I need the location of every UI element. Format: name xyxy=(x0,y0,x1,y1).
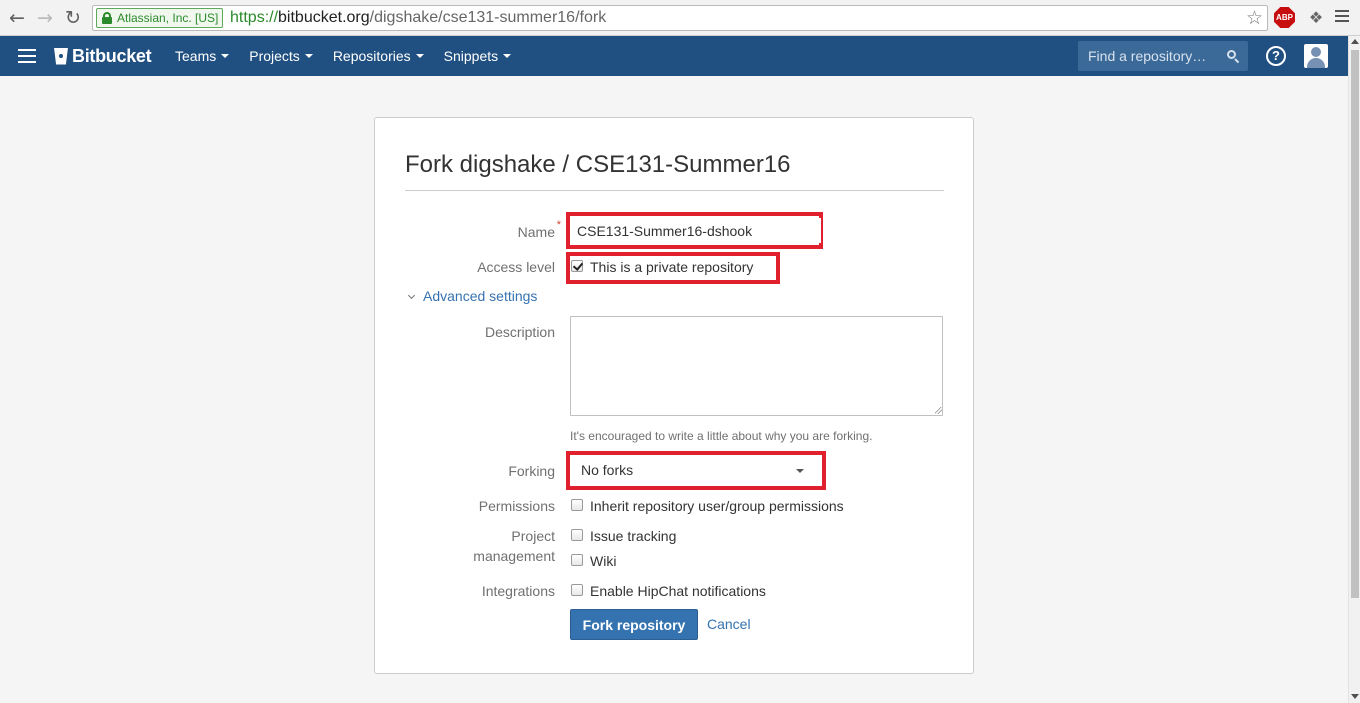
bitbucket-bucket-icon xyxy=(54,47,68,65)
chevron-down-icon xyxy=(221,54,230,58)
access-level-label: Access level xyxy=(477,259,555,275)
management-label: management xyxy=(473,548,555,564)
top-nav: Teams Projects Repositories Snippets xyxy=(175,36,531,76)
help-icon[interactable]: ? xyxy=(1266,46,1286,66)
forking-selected-value: No forks xyxy=(581,462,634,478)
inherit-permissions-label: Inherit repository user/group permission… xyxy=(590,498,844,514)
nav-snippets[interactable]: Snippets xyxy=(443,36,512,76)
description-hint: It's encouraged to write a little about … xyxy=(570,429,873,443)
fork-repository-button[interactable]: Fork repository xyxy=(570,609,698,640)
bitbucket-logo[interactable]: Bitbucket xyxy=(54,45,152,67)
back-arrow-icon[interactable]: ← xyxy=(6,7,28,29)
required-marker: * xyxy=(556,219,561,231)
url-text[interactable]: https://bitbucket.org/digshake/cse131-su… xyxy=(230,8,606,28)
forking-select[interactable]: No forks xyxy=(574,458,818,483)
extension-icon[interactable]: ❖ xyxy=(1305,7,1327,29)
resize-grip-icon[interactable] xyxy=(935,407,942,414)
chevron-down-icon xyxy=(503,54,512,58)
forking-label: Forking xyxy=(508,463,555,479)
nav-projects-label: Projects xyxy=(249,48,300,64)
private-repository-label: This is a private repository xyxy=(590,259,754,275)
wiki-label: Wiki xyxy=(590,553,617,569)
page-title: Fork digshake / CSE131-Summer16 xyxy=(405,151,791,178)
title-divider xyxy=(405,190,944,191)
hamburger-menu-icon[interactable] xyxy=(18,49,36,67)
fork-form-panel: Fork digshake / CSE131-Summer16 Name* Ac… xyxy=(374,117,974,674)
url-path: /digshake/cse131-summer16/fork xyxy=(369,9,607,26)
address-bar[interactable]: Atlassian, Inc. [US] https://bitbucket.o… xyxy=(92,5,1268,31)
ev-certificate-label: Atlassian, Inc. [US] xyxy=(117,11,219,25)
name-field[interactable] xyxy=(571,218,821,243)
logo-text: Bitbucket xyxy=(72,45,152,66)
url-scheme: https:// xyxy=(230,9,279,26)
ev-certificate-badge[interactable]: Atlassian, Inc. [US] xyxy=(96,8,224,28)
url-host: bitbucket.org xyxy=(278,9,370,26)
browser-menu-icon[interactable] xyxy=(1335,10,1349,25)
scrollbar-thumb[interactable] xyxy=(1351,50,1359,598)
nav-repositories[interactable]: Repositories xyxy=(333,36,424,76)
nav-teams-label: Teams xyxy=(175,48,217,64)
nav-snippets-label: Snippets xyxy=(443,48,499,64)
search-input[interactable] xyxy=(1078,41,1218,71)
advanced-settings-toggle[interactable]: Advanced settings xyxy=(407,288,538,304)
name-label-text: Name xyxy=(517,224,555,240)
hipchat-label: Enable HipChat notifications xyxy=(590,583,766,599)
bookmark-star-icon[interactable]: ☆ xyxy=(1246,7,1263,29)
chevron-down-icon xyxy=(407,291,416,300)
description-field[interactable] xyxy=(570,316,943,416)
cancel-link[interactable]: Cancel xyxy=(707,616,751,632)
nav-teams[interactable]: Teams xyxy=(175,36,230,76)
name-label: Name * xyxy=(517,219,561,240)
integrations-label: Integrations xyxy=(481,583,555,599)
reload-icon[interactable]: ↻ xyxy=(62,7,84,29)
permissions-label: Permissions xyxy=(478,498,555,514)
chevron-down-icon xyxy=(415,54,424,58)
nav-projects[interactable]: Projects xyxy=(249,36,313,76)
app-header: Bitbucket Teams Projects Repositories Sn… xyxy=(0,36,1348,76)
project-label: Project xyxy=(511,528,555,544)
browser-toolbar: ← → ↻ Atlassian, Inc. [US] https://bitbu… xyxy=(0,0,1360,36)
chevron-down-icon xyxy=(796,469,804,473)
avatar[interactable] xyxy=(1304,44,1328,68)
search-icon[interactable] xyxy=(1227,50,1240,64)
lock-icon xyxy=(102,12,112,24)
repository-search xyxy=(1078,41,1248,71)
hipchat-checkbox[interactable] xyxy=(571,584,583,596)
adblock-plus-icon[interactable]: ABP xyxy=(1274,7,1295,28)
private-repository-checkbox[interactable] xyxy=(571,260,583,272)
issue-tracking-label: Issue tracking xyxy=(590,528,677,544)
inherit-permissions-checkbox[interactable] xyxy=(571,499,583,511)
forward-arrow-icon[interactable]: → xyxy=(34,7,56,29)
nav-repositories-label: Repositories xyxy=(332,48,411,64)
chevron-down-icon xyxy=(304,54,313,58)
wiki-checkbox[interactable] xyxy=(571,554,583,566)
scroll-up-icon[interactable] xyxy=(1351,39,1359,44)
issue-tracking-checkbox[interactable] xyxy=(571,529,583,541)
scroll-down-icon[interactable] xyxy=(1351,694,1359,699)
page-scrollbar[interactable] xyxy=(1348,36,1360,703)
description-label: Description xyxy=(484,324,555,340)
advanced-settings-label: Advanced settings xyxy=(423,288,538,304)
